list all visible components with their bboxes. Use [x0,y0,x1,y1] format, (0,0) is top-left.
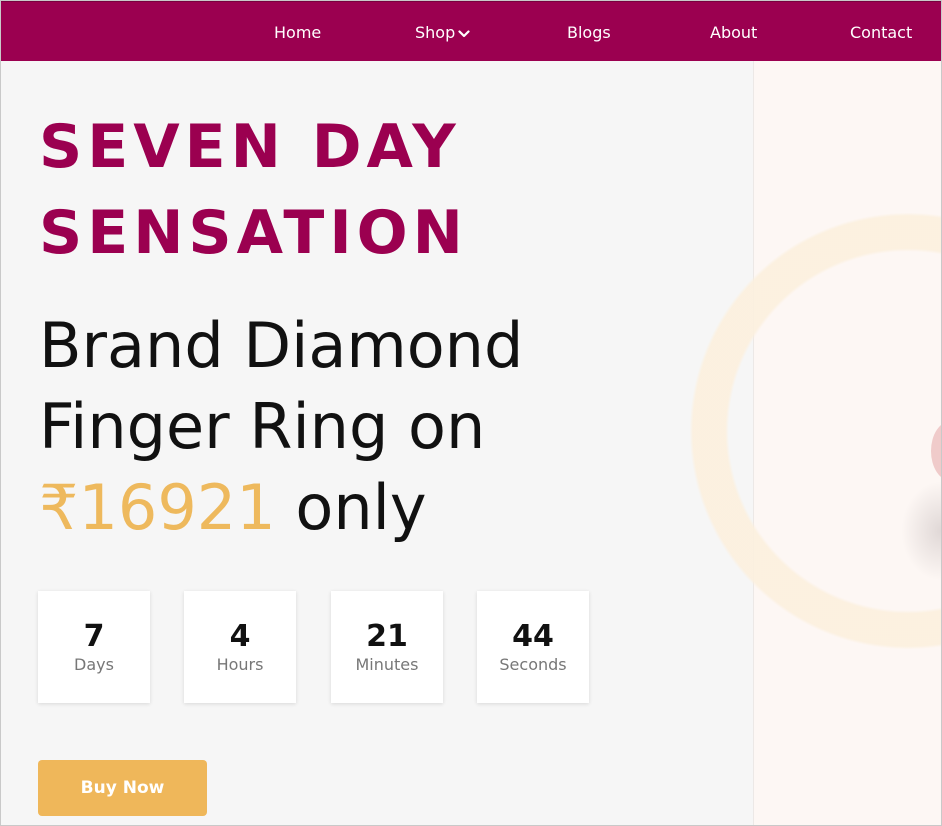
countdown-seconds: 44 Seconds [477,591,589,703]
page-frame: Home Shop Blogs About Contact SEVEN DAY S… [0,0,942,826]
countdown-hours: 4 Hours [184,591,296,703]
chevron-down-icon [458,22,470,44]
nav-blogs-link[interactable]: Blogs [567,22,611,44]
promo-title-line1: SEVEN DAY [39,112,461,182]
product-headline-line1: Brand Diamond [39,309,524,382]
countdown-minutes: 21 Minutes [331,591,443,703]
nav-shop-label: Shop [415,23,456,42]
countdown-seconds-label: Seconds [499,655,567,674]
hero-image-panel [753,61,941,825]
countdown-minutes-label: Minutes [355,655,419,674]
main-navbar: Home Shop Blogs About Contact [1,1,941,61]
promo-title: SEVEN DAY SENSATION [39,104,468,276]
countdown-days: 7 Days [38,591,150,703]
product-price-line: ₹16921 only [39,468,427,548]
nav-about-link[interactable]: About [710,22,757,44]
product-price: ₹16921 [39,471,276,544]
countdown-minutes-value: 21 [366,619,408,654]
countdown-hours-value: 4 [229,619,251,654]
countdown-days-value: 7 [83,619,105,654]
product-price-suffix: only [275,471,427,544]
countdown-days-label: Days [74,655,114,674]
hero-divider [753,61,754,825]
promo-title-line2: SENSATION [39,198,468,268]
product-headline-line2: Finger Ring on [39,390,486,463]
buy-now-button[interactable]: Buy Now [38,760,207,816]
nav-contact-link[interactable]: Contact [850,22,912,44]
countdown-hours-label: Hours [216,655,264,674]
nav-shop-link[interactable]: Shop [415,22,470,44]
countdown-seconds-value: 44 [512,619,554,654]
nav-home-link[interactable]: Home [274,22,321,44]
